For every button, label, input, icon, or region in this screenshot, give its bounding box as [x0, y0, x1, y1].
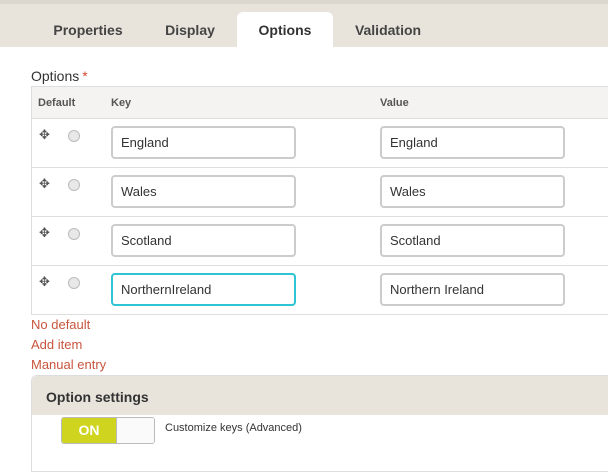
option-value-input[interactable]: [380, 273, 565, 306]
customize-keys-label: Customize keys (Advanced): [165, 422, 302, 434]
default-radio[interactable]: [68, 228, 80, 240]
tab-bar-top-border: [0, 0, 608, 4]
option-settings-title: Option settings: [46, 389, 149, 405]
manual-entry-link[interactable]: Manual entry: [31, 357, 106, 372]
options-label-text: Options: [31, 68, 80, 84]
required-mark: *: [82, 68, 88, 84]
option-key-input[interactable]: [111, 224, 296, 257]
table-row: ✥: [32, 119, 608, 168]
option-settings-section: Option settings ON Customize keys (Advan…: [31, 375, 608, 472]
option-key-input[interactable]: [111, 175, 296, 208]
option-key-input[interactable]: [111, 126, 296, 159]
move-handle-icon[interactable]: ✥: [39, 226, 51, 239]
table-row: ✥: [32, 168, 608, 217]
toggle-knob: [116, 418, 154, 443]
header-default: Default: [38, 97, 76, 109]
option-value-input[interactable]: [380, 224, 565, 257]
tab-bar: Properties Display Options Validation: [0, 0, 608, 48]
default-radio[interactable]: [68, 130, 80, 142]
table-row: ✥: [32, 217, 608, 266]
no-default-link[interactable]: No default: [31, 317, 90, 332]
grid-header: Default Key Value: [32, 87, 608, 119]
options-grid: Default Key Value ✥ ✥ ✥ ✥: [31, 86, 608, 315]
move-handle-icon[interactable]: ✥: [39, 128, 51, 141]
tab-display[interactable]: Display: [142, 12, 238, 48]
add-item-link[interactable]: Add item: [31, 337, 82, 352]
move-handle-icon[interactable]: ✥: [39, 177, 51, 190]
default-radio[interactable]: [68, 277, 80, 289]
header-key: Key: [111, 97, 132, 109]
option-value-input[interactable]: [380, 175, 565, 208]
customize-keys-toggle[interactable]: ON: [61, 417, 155, 444]
option-settings-header[interactable]: Option settings: [32, 376, 608, 415]
header-value: Value: [380, 97, 409, 109]
tab-options[interactable]: Options: [237, 12, 333, 48]
tab-properties[interactable]: Properties: [38, 12, 138, 48]
tab-validation[interactable]: Validation: [338, 12, 438, 48]
default-radio[interactable]: [68, 179, 80, 191]
toggle-on-label: ON: [62, 418, 116, 443]
options-field-label: Options *: [31, 68, 88, 84]
option-value-input[interactable]: [380, 126, 565, 159]
table-row: ✥: [32, 266, 608, 315]
move-handle-icon[interactable]: ✥: [39, 275, 51, 288]
option-key-input[interactable]: [111, 273, 296, 306]
